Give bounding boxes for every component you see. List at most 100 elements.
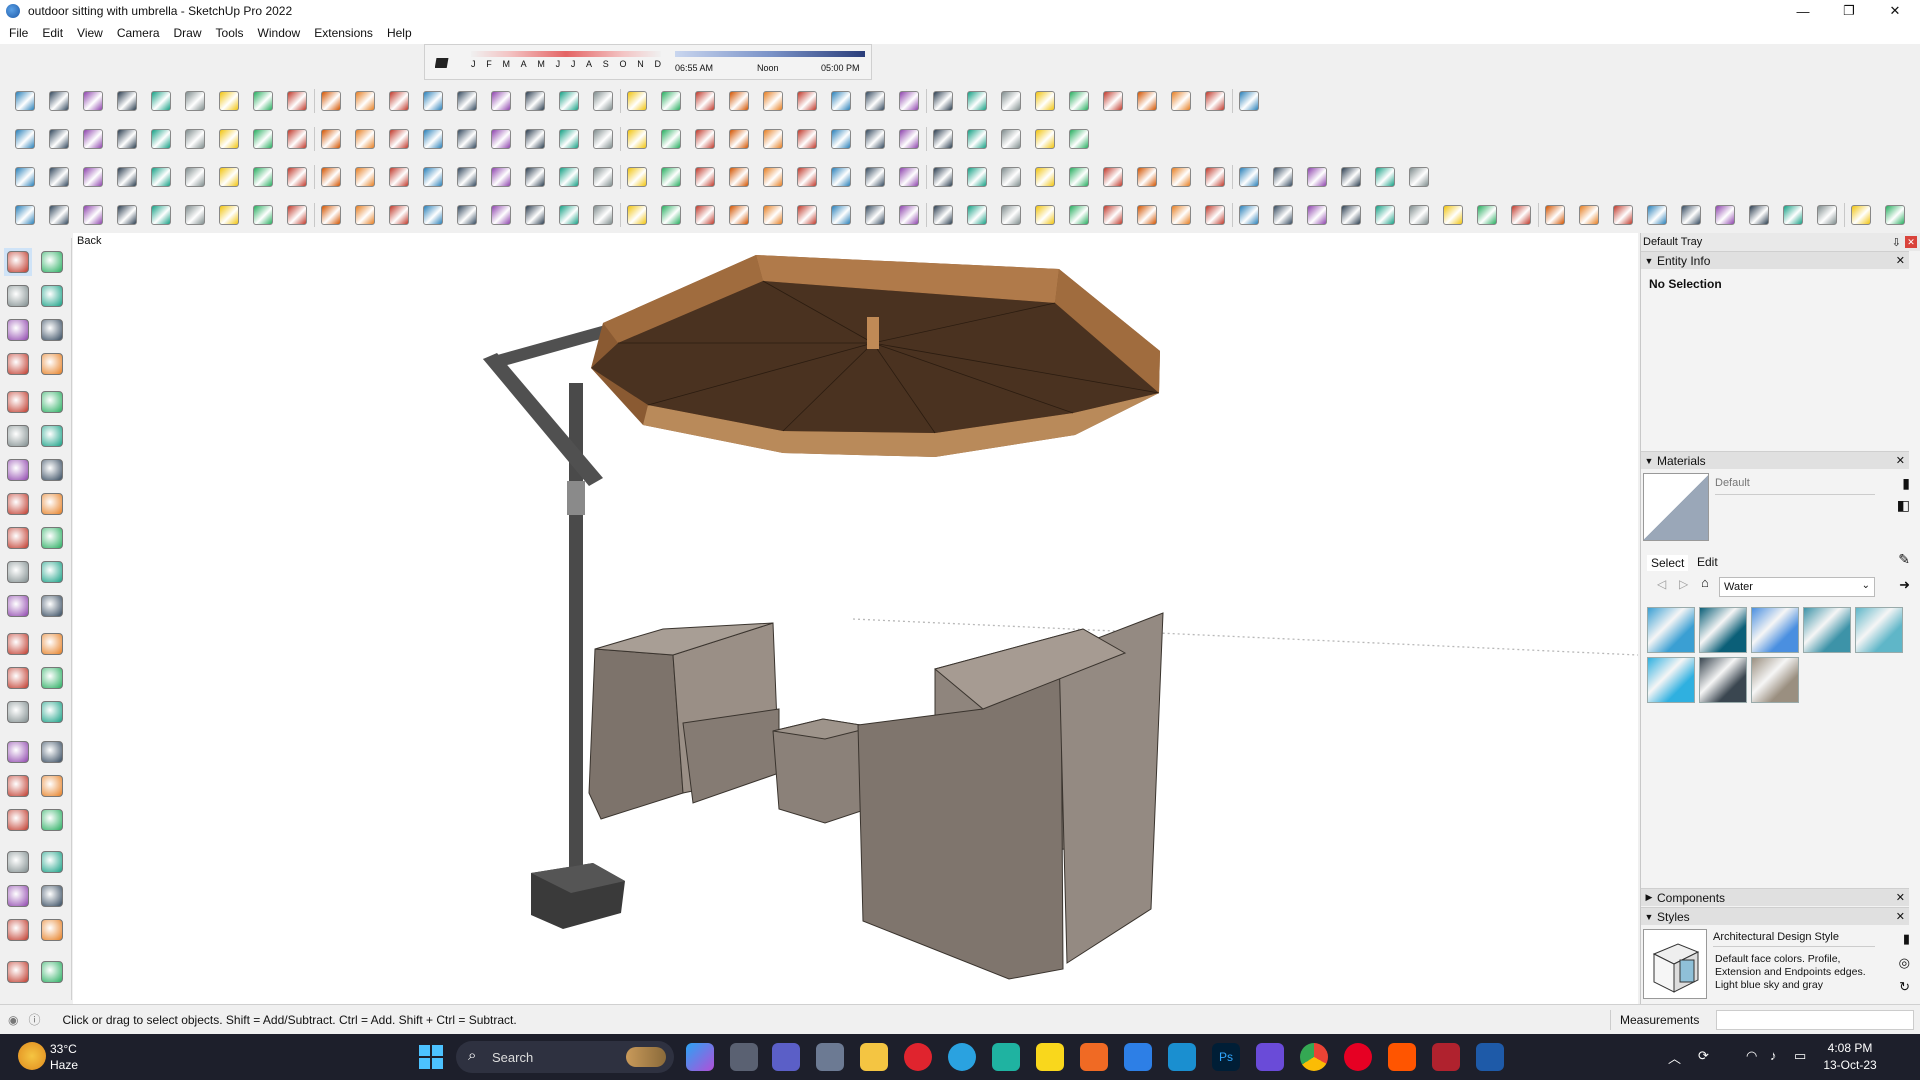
panel-close-icon[interactable]: ✕ — [1896, 254, 1905, 267]
toolbar-tool-icon[interactable] — [760, 88, 786, 114]
toolbar-tool-icon[interactable] — [1610, 202, 1636, 228]
palette-tool-icon[interactable] — [4, 738, 32, 766]
toolbar-tool-icon[interactable] — [522, 88, 548, 114]
palette-tool-icon[interactable] — [38, 248, 66, 276]
toolbar-tool-icon[interactable] — [182, 126, 208, 152]
toolbar-tool-icon[interactable] — [760, 164, 786, 190]
toolbar-tool-icon[interactable] — [896, 88, 922, 114]
toolbar-tool-icon[interactable] — [1406, 164, 1432, 190]
palette-tool-icon[interactable] — [4, 882, 32, 910]
tray-close-icon[interactable]: ✕ — [1905, 236, 1917, 248]
toolbar-tool-icon[interactable] — [386, 88, 412, 114]
toolbar-tool-icon[interactable] — [250, 164, 276, 190]
toolbar-tool-icon[interactable] — [352, 88, 378, 114]
toolbar-tool-icon[interactable] — [1542, 202, 1568, 228]
toolbar-tool-icon[interactable] — [284, 126, 310, 152]
toolbar-tool-icon[interactable] — [590, 126, 616, 152]
palette-tool-icon[interactable] — [4, 316, 32, 344]
app-icon[interactable] — [1080, 1043, 1108, 1071]
toolbar-tool-icon[interactable] — [46, 88, 72, 114]
toolbar-tool-icon[interactable] — [1406, 202, 1432, 228]
toolbar-tool-icon[interactable] — [250, 202, 276, 228]
back-icon[interactable]: ◁ — [1657, 577, 1666, 591]
toolbar-tool-icon[interactable] — [148, 164, 174, 190]
toolbar-tool-icon[interactable] — [522, 126, 548, 152]
styles-header[interactable]: ▼ Styles ✕ — [1641, 907, 1909, 925]
toolbar-tool-icon[interactable] — [1066, 164, 1092, 190]
toolbar-tool-icon[interactable] — [1236, 202, 1262, 228]
toolbar-tool-icon[interactable] — [114, 164, 140, 190]
toolbar-tool-icon[interactable] — [726, 88, 752, 114]
palette-tool-icon[interactable] — [4, 698, 32, 726]
palette-tool-icon[interactable] — [38, 388, 66, 416]
palette-tool-icon[interactable] — [38, 958, 66, 986]
create-style-icon[interactable]: ▮ — [1903, 931, 1910, 947]
components-header[interactable]: ▶ Components ✕ — [1641, 888, 1909, 906]
palette-tool-icon[interactable] — [38, 916, 66, 944]
palette-tool-icon[interactable] — [4, 664, 32, 692]
toolbar-tool-icon[interactable] — [624, 164, 650, 190]
toolbar-tool-icon[interactable] — [522, 164, 548, 190]
start-windows-icon[interactable] — [418, 1044, 444, 1070]
palette-tool-icon[interactable] — [38, 282, 66, 310]
toolbar-tool-icon[interactable] — [1576, 202, 1602, 228]
toolbar-tool-icon[interactable] — [12, 164, 38, 190]
toolbar-tool-icon[interactable] — [488, 202, 514, 228]
toolbar-tool-icon[interactable] — [182, 164, 208, 190]
toolbar-tool-icon[interactable] — [488, 88, 514, 114]
toolbar-tool-icon[interactable] — [352, 164, 378, 190]
task-view-icon[interactable] — [730, 1043, 758, 1071]
palette-tool-icon[interactable] — [4, 958, 32, 986]
toolbar-tool-icon[interactable] — [284, 164, 310, 190]
time-slider[interactable] — [675, 51, 865, 57]
teams-chat-icon[interactable] — [772, 1043, 800, 1071]
material-library-select[interactable]: Water ⌄ — [1719, 577, 1875, 597]
toolbar-tool-icon[interactable] — [420, 164, 446, 190]
palette-tool-icon[interactable] — [4, 456, 32, 484]
toolbar-tool-icon[interactable] — [556, 202, 582, 228]
vscode-icon[interactable] — [1124, 1043, 1152, 1071]
panel-close-icon[interactable]: ✕ — [1896, 891, 1905, 904]
toolbar-tool-icon[interactable] — [1338, 164, 1364, 190]
taskbar-search-box[interactable]: ⌕ Search — [456, 1041, 674, 1073]
toolbar-tool-icon[interactable] — [828, 88, 854, 114]
toolbar-tool-icon[interactable] — [658, 88, 684, 114]
toolbar-tool-icon[interactable] — [420, 126, 446, 152]
toolbar-tool-icon[interactable] — [386, 126, 412, 152]
clock-date[interactable]: 13-Oct-23 — [1820, 1058, 1880, 1072]
entity-info-header[interactable]: ▼ Entity Info ✕ — [1641, 251, 1909, 269]
sync-icon[interactable]: ⟳ — [1698, 1048, 1709, 1064]
materials-header[interactable]: ▼ Materials ✕ — [1641, 451, 1909, 469]
toolbar-tool-icon[interactable] — [1032, 126, 1058, 152]
toolbar-tool-icon[interactable] — [216, 164, 242, 190]
toolbar-tool-icon[interactable] — [216, 202, 242, 228]
palette-tool-icon[interactable] — [4, 772, 32, 800]
palette-tool-icon[interactable] — [4, 806, 32, 834]
toolbar-tool-icon[interactable] — [12, 126, 38, 152]
battery-icon[interactable]: ▭ — [1794, 1048, 1806, 1064]
toolbar-tool-icon[interactable] — [1236, 164, 1262, 190]
palette-tool-icon[interactable] — [38, 806, 66, 834]
toolbar-tool-icon[interactable] — [624, 126, 650, 152]
palette-tool-icon[interactable] — [38, 558, 66, 586]
menu-help[interactable]: Help — [380, 24, 419, 42]
toolbar-tool-icon[interactable] — [726, 202, 752, 228]
sketchup-taskbar-icon[interactable] — [1476, 1043, 1504, 1071]
tray-overflow-icon[interactable]: ︿ — [1668, 1048, 1681, 1067]
toolbar-tool-icon[interactable] — [794, 126, 820, 152]
material-swatch[interactable] — [1699, 657, 1747, 703]
toolbar-tool-icon[interactable] — [454, 88, 480, 114]
toolbar-tool-icon[interactable] — [454, 126, 480, 152]
toolbar-tool-icon[interactable] — [284, 88, 310, 114]
tab-edit[interactable]: Edit — [1697, 555, 1718, 569]
palette-tool-icon[interactable] — [38, 848, 66, 876]
toolbar-tool-icon[interactable] — [1100, 88, 1126, 114]
toolbar-tool-icon[interactable] — [80, 88, 106, 114]
toolbar-tool-icon[interactable] — [1100, 202, 1126, 228]
menu-view[interactable]: View — [70, 24, 110, 42]
toolbar-tool-icon[interactable] — [1304, 202, 1330, 228]
toolbar-tool-icon[interactable] — [590, 88, 616, 114]
default-material-preview[interactable] — [1643, 473, 1709, 541]
toolbar-tool-icon[interactable] — [862, 164, 888, 190]
shadow-toggle-icon[interactable] — [435, 55, 455, 71]
